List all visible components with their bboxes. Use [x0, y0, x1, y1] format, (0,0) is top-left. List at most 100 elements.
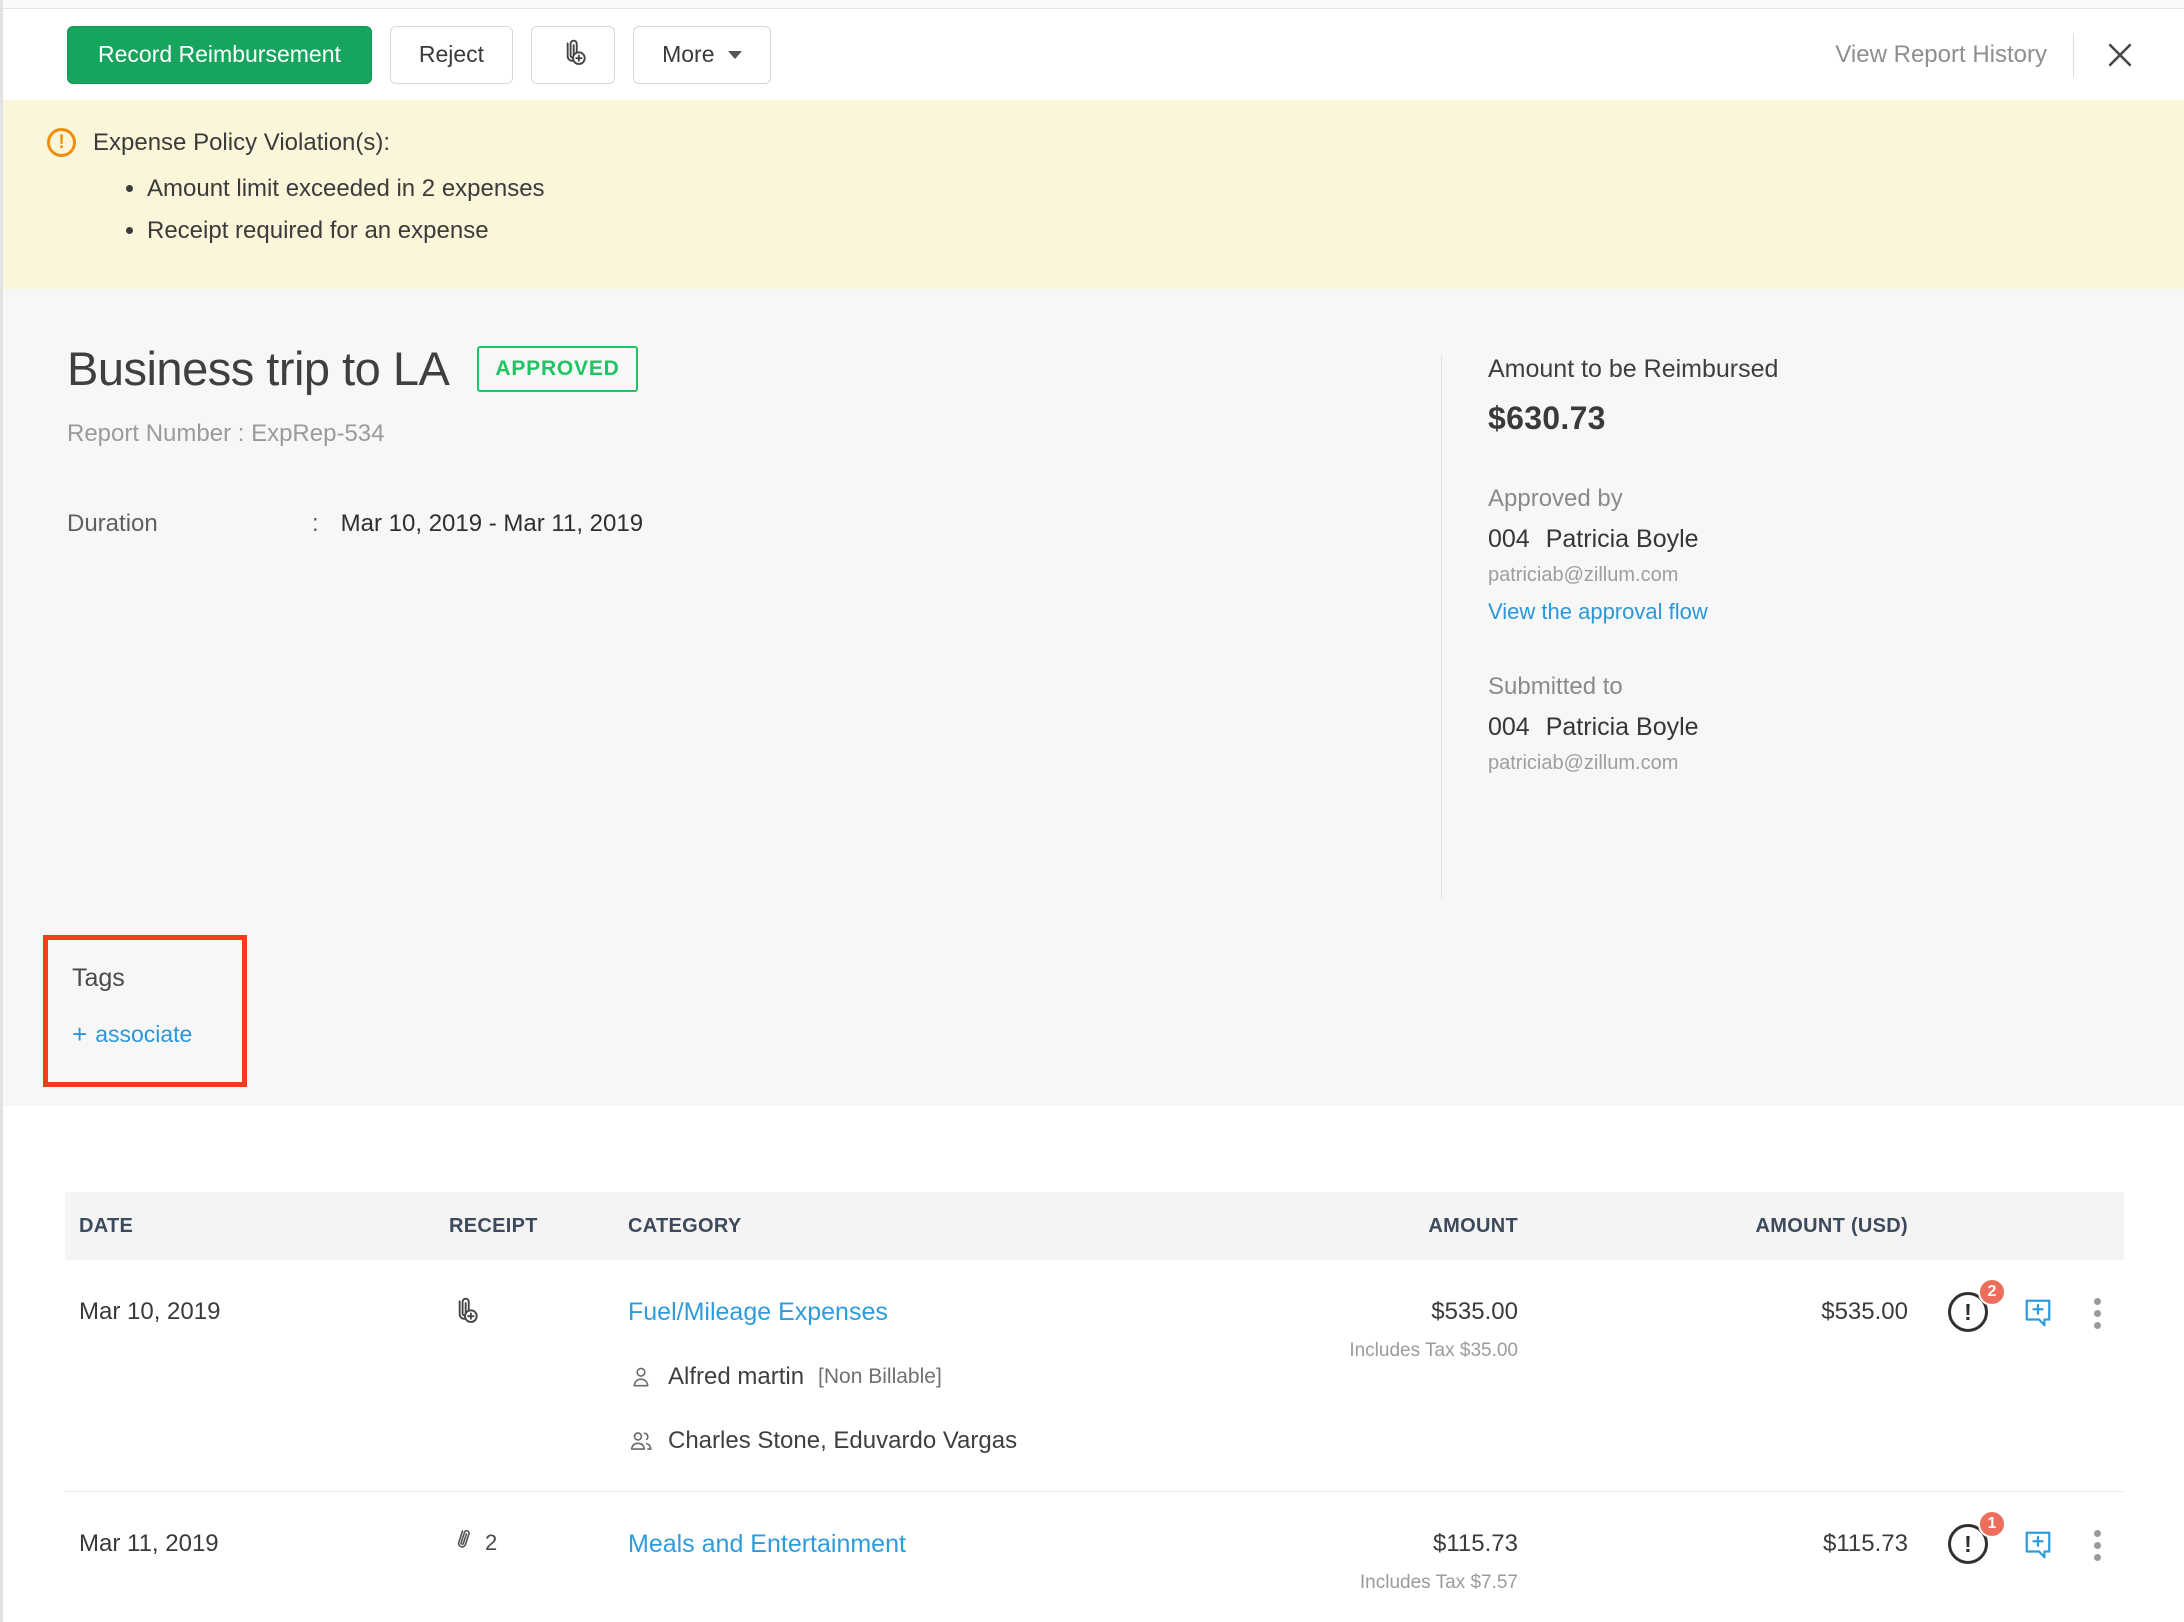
reimbursement-summary-panel: Amount to be Reimbursed $630.73 Approved…	[1441, 355, 2184, 899]
kebab-icon	[2094, 1530, 2101, 1537]
banner-title: Expense Policy Violation(s):	[93, 129, 390, 157]
violation-item: Amount limit exceeded in 2 expenses	[147, 175, 2144, 203]
add-comment-button[interactable]	[2020, 1294, 2056, 1335]
submitted-to-id: 004	[1488, 713, 1530, 741]
approved-by-email: patriciab@zillum.com	[1488, 564, 2184, 587]
submitted-to-label: Submitted to	[1488, 673, 2184, 701]
expense-date: Mar 11, 2019	[65, 1530, 449, 1558]
view-report-history-link[interactable]: View Report History	[1835, 41, 2047, 69]
row-actions: ! 1	[1908, 1524, 2124, 1567]
column-header-amount-usd: AMOUNT (USD)	[1518, 1215, 1908, 1238]
reject-label: Reject	[419, 41, 484, 68]
plus-icon: +	[72, 1019, 87, 1050]
attach-receipt-button[interactable]	[531, 26, 615, 84]
report-detail-section: Business trip to LA APPROVED Report Numb…	[3, 289, 2184, 1106]
close-button[interactable]	[2100, 35, 2140, 75]
expense-amount-usd: $115.73	[1518, 1530, 1908, 1558]
table-header-row: DATE RECEIPT CATEGORY AMOUNT AMOUNT (USD…	[65, 1192, 2124, 1260]
paperclip-icon[interactable]	[449, 1526, 477, 1559]
associate-tag-link[interactable]: + associate	[72, 1019, 222, 1050]
attendee-billable-tag: [Non Billable]	[818, 1365, 942, 1389]
warning-icon: !	[47, 128, 76, 157]
expense-amount-usd: $535.00	[1518, 1298, 1908, 1326]
expense-amount: $115.73	[1174, 1530, 1518, 1558]
window-top-edge	[3, 0, 2184, 9]
status-badge: APPROVED	[477, 346, 637, 392]
toolbar: Record Reimbursement Reject More View Re…	[3, 9, 2184, 100]
expense-category-link[interactable]: Fuel/Mileage Expenses	[628, 1298, 888, 1327]
receipt-cell	[449, 1294, 614, 1331]
expense-date: Mar 10, 2019	[65, 1298, 449, 1326]
category-cell: Meals and Entertainment	[614, 1530, 1174, 1559]
attendees-group-row: Charles Stone, Eduvardo Vargas	[628, 1427, 1174, 1455]
tax-note: Includes Tax $7.57	[1174, 1572, 1518, 1594]
attendee-row: Alfred martin [Non Billable]	[628, 1363, 1174, 1391]
violation-warning-icon[interactable]: ! 2	[1948, 1292, 1988, 1332]
duration-colon: :	[312, 510, 319, 538]
person-icon	[628, 1364, 654, 1390]
violation-count-badge: 1	[1978, 1510, 2006, 1538]
report-title: Business trip to LA	[67, 341, 449, 396]
attendee-name: Alfred martin	[668, 1363, 804, 1391]
violation-count-badge: 2	[1978, 1278, 2006, 1306]
column-header-category: CATEGORY	[614, 1215, 1174, 1238]
duration-label: Duration	[67, 510, 312, 538]
column-header-amount: AMOUNT	[1174, 1215, 1518, 1238]
expense-category-link[interactable]: Meals and Entertainment	[628, 1530, 906, 1559]
banner-heading: ! Expense Policy Violation(s):	[47, 128, 2144, 157]
violation-warning-icon[interactable]: ! 1	[1948, 1524, 1988, 1564]
approved-by-label: Approved by	[1488, 485, 2184, 513]
reject-button[interactable]: Reject	[390, 26, 513, 84]
approved-by-id: 004	[1488, 525, 1530, 553]
people-icon	[628, 1428, 654, 1454]
table-row: Mar 11, 2019 2 Meals and Entertainment $…	[65, 1492, 2124, 1622]
more-button[interactable]: More	[633, 26, 771, 84]
approved-by-fullname: Patricia Boyle	[1546, 525, 1699, 553]
tax-note: Includes Tax $35.00	[1174, 1340, 1518, 1362]
row-actions: ! 2	[1908, 1292, 2124, 1335]
comment-plus-icon	[2020, 1526, 2056, 1562]
submitted-to-name: 004 Patricia Boyle	[1488, 713, 2184, 742]
attendees-group-names: Charles Stone, Eduvardo Vargas	[668, 1427, 1017, 1455]
more-label: More	[662, 41, 714, 68]
expense-report-view: Record Reimbursement Reject More View Re…	[0, 0, 2184, 1622]
reimbursement-amount: $630.73	[1488, 400, 2184, 437]
submitted-to-email: patriciab@zillum.com	[1488, 752, 2184, 775]
add-comment-button[interactable]	[2020, 1526, 2056, 1567]
expense-amount: $535.00	[1174, 1298, 1518, 1326]
expense-table: DATE RECEIPT CATEGORY AMOUNT AMOUNT (USD…	[3, 1106, 2184, 1622]
record-reimbursement-button[interactable]: Record Reimbursement	[67, 26, 372, 84]
record-reimbursement-label: Record Reimbursement	[98, 41, 341, 68]
column-header-date: DATE	[65, 1215, 449, 1238]
amount-cell: $535.00 Includes Tax $35.00	[1174, 1298, 1518, 1362]
receipt-count: 2	[485, 1530, 497, 1556]
receipt-cell: 2	[449, 1526, 614, 1559]
category-cell: Fuel/Mileage Expenses Alfred martin [Non…	[614, 1298, 1174, 1455]
row-menu-button[interactable]	[2088, 1526, 2107, 1565]
violation-item: Receipt required for an expense	[147, 217, 2144, 245]
policy-violation-banner: ! Expense Policy Violation(s): Amount li…	[3, 100, 2184, 289]
submitted-to-fullname: Patricia Boyle	[1546, 713, 1699, 741]
table-row: Mar 10, 2019 Fuel/Mileage Expenses	[65, 1260, 2124, 1492]
close-icon	[2103, 38, 2137, 72]
approved-by-name: 004 Patricia Boyle	[1488, 525, 2184, 554]
comment-plus-icon	[2020, 1294, 2056, 1330]
tags-label: Tags	[72, 964, 222, 993]
duration-value: Mar 10, 2019 - Mar 11, 2019	[341, 510, 643, 538]
reimbursement-amount-label: Amount to be Reimbursed	[1488, 355, 2184, 384]
tags-highlight-box: Tags + associate	[43, 935, 247, 1087]
report-number: Report Number : ExpRep-534	[67, 420, 643, 448]
associate-label: associate	[95, 1021, 192, 1048]
amount-cell: $115.73 Includes Tax $7.57	[1174, 1530, 1518, 1594]
toolbar-right-group: View Report History	[1835, 33, 2140, 77]
toolbar-divider	[2073, 33, 2074, 77]
paperclip-plus-icon[interactable]	[449, 1294, 481, 1331]
column-header-receipt: RECEIPT	[449, 1215, 614, 1238]
chevron-down-icon	[728, 51, 742, 59]
kebab-icon	[2094, 1298, 2101, 1305]
duration-row: Duration : Mar 10, 2019 - Mar 11, 2019	[67, 510, 643, 538]
report-detail-left: Business trip to LA APPROVED Report Numb…	[67, 341, 643, 538]
view-approval-flow-link[interactable]: View the approval flow	[1488, 599, 1708, 625]
violation-list: Amount limit exceeded in 2 expenses Rece…	[119, 175, 2144, 245]
row-menu-button[interactable]	[2088, 1294, 2107, 1333]
